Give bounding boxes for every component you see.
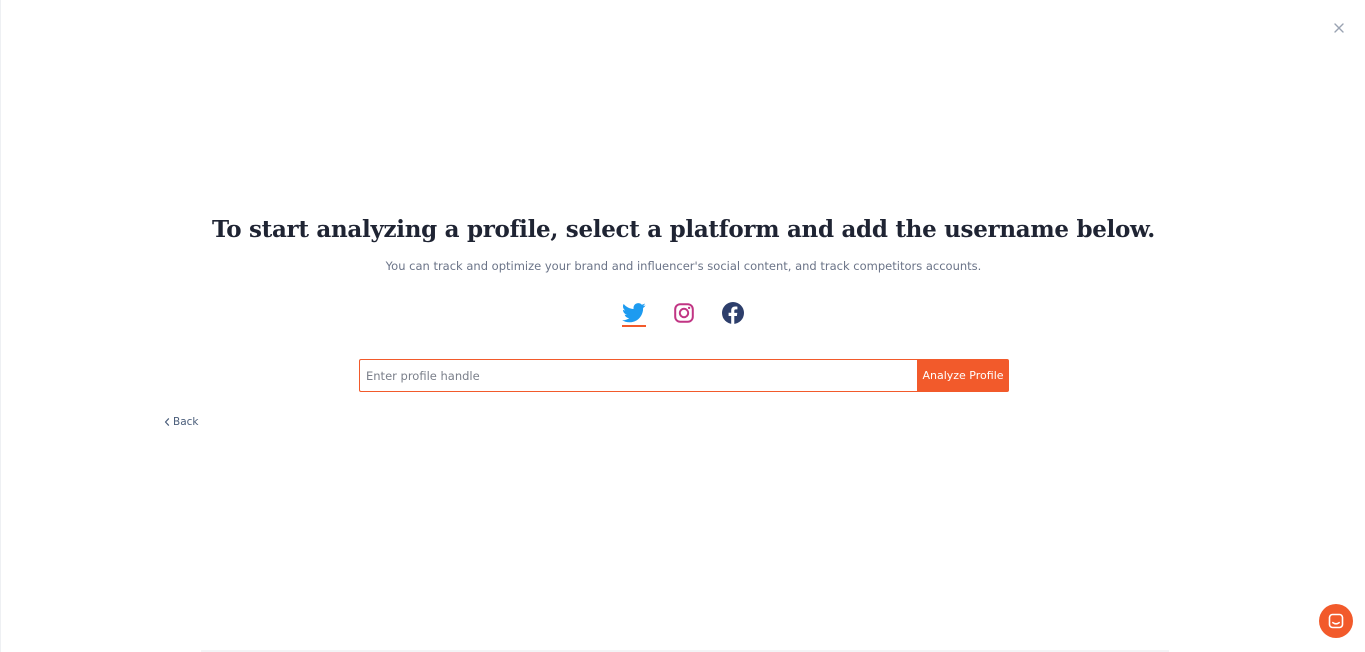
- close-icon: [1334, 23, 1344, 33]
- selected-platform-indicator: [622, 325, 646, 327]
- profile-handle-input[interactable]: [359, 359, 917, 392]
- page-subtitle: You can track and optimize your brand an…: [385, 259, 982, 273]
- platform-twitter[interactable]: [620, 299, 648, 327]
- back-label: Back: [173, 416, 199, 428]
- twitter-icon: [622, 303, 646, 323]
- platform-facebook[interactable]: [719, 299, 747, 327]
- chevron-left-icon: [164, 418, 170, 426]
- platform-selector: [620, 299, 750, 329]
- instagram-icon: [674, 303, 694, 323]
- chat-icon: [1328, 613, 1344, 629]
- chat-launcher-button[interactable]: [1319, 604, 1353, 638]
- analyze-profile-button[interactable]: Analyze Profile: [917, 359, 1009, 392]
- close-button[interactable]: [1330, 19, 1348, 37]
- profile-search-bar: Analyze Profile: [359, 359, 1009, 392]
- back-link[interactable]: Back: [164, 416, 199, 428]
- platform-instagram[interactable]: [670, 299, 698, 327]
- onboarding-page: To start analyzing a profile, select a p…: [0, 0, 1365, 652]
- page-title: To start analyzing a profile, select a p…: [212, 216, 1155, 243]
- facebook-icon: [722, 302, 744, 324]
